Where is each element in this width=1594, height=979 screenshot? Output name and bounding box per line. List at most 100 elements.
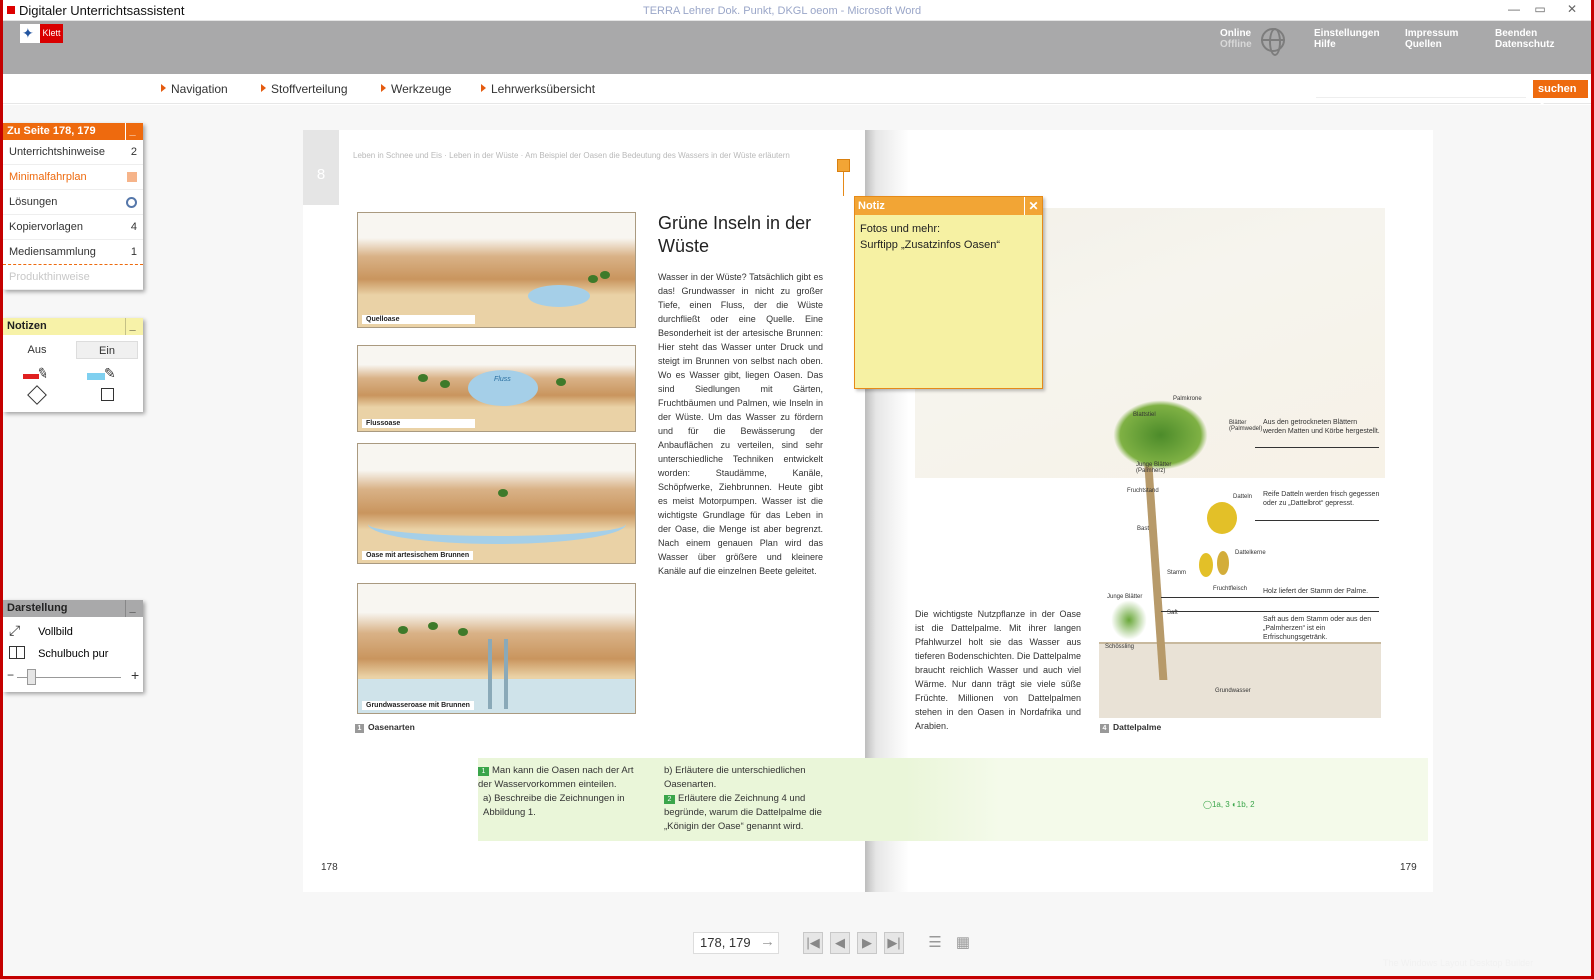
last-page-button[interactable]: ▶|: [884, 932, 904, 954]
note-marker-icon[interactable]: [837, 159, 850, 172]
restore-button[interactable]: ▭: [1529, 2, 1551, 17]
pointer-line: [1161, 597, 1379, 598]
quit-link[interactable]: Beenden: [1495, 28, 1554, 39]
panel-item-label: Kopiervorlagen: [9, 221, 83, 233]
nav-stoffverteilung[interactable]: Stoffverteilung: [261, 82, 348, 96]
tasks-box: 1 Man kann die Oasen nach der Art der Was…: [478, 758, 1428, 841]
nav-werkzeuge[interactable]: Werkzeuge: [381, 82, 451, 96]
river-label: Fluss: [494, 376, 511, 383]
figure-number: 4: [1100, 724, 1109, 733]
task-1b: b) Erläutere die unterschiedlichen Oasen…: [664, 765, 806, 790]
palm-tree: [428, 622, 438, 630]
page-materials-title: Zu Seite 178, 179: [7, 125, 96, 137]
spring-pool: [528, 285, 590, 307]
nav-label: Werkzeuge: [391, 82, 452, 96]
fullscreen-label: Vollbild: [38, 626, 73, 638]
nav-lehrwerksuebersicht[interactable]: Lehrwerksübersicht: [481, 82, 595, 96]
triangle-right-icon: [481, 84, 486, 92]
palm-label: Fruchtfleisch: [1213, 586, 1248, 592]
help-link[interactable]: Hilfe: [1314, 39, 1380, 50]
pointer-line: [1255, 447, 1379, 448]
app-icon: [7, 6, 15, 14]
display-title: Darstellung: [7, 602, 68, 614]
app-header: ✦ Klett Online Offline Einstellungen Hil…: [3, 21, 1591, 74]
close-button[interactable]: ✕: [1561, 2, 1583, 17]
blue-color-swatch: [87, 373, 105, 380]
minimize-button[interactable]: —: [1503, 2, 1525, 17]
panel-item-label: Mediensammlung: [9, 246, 96, 258]
square-icon: [127, 172, 137, 182]
grid-view-icon[interactable]: ▦: [953, 934, 973, 952]
search-button[interactable]: suchen ❯: [1533, 80, 1588, 113]
task-number: 1: [478, 767, 489, 776]
panel-item-label: Produkthinweise: [9, 271, 90, 283]
first-page-button[interactable]: |◀: [803, 932, 823, 954]
fullscreen-option[interactable]: ⤢ Vollbild: [9, 620, 139, 640]
chapter-tab: 8: [303, 130, 339, 205]
list-view-icon[interactable]: ☰: [925, 934, 945, 952]
imprint-link[interactable]: Impressum: [1405, 28, 1458, 39]
note-body[interactable]: Fotos und mehr: Surftipp „Zusatzinfos Oa…: [855, 215, 1042, 259]
pointer-line: [1161, 611, 1379, 612]
zoom-slider-thumb[interactable]: [26, 669, 36, 685]
sources-link[interactable]: Quellen: [1405, 39, 1458, 50]
palm-tree: [556, 378, 566, 386]
globe-icon[interactable]: [1261, 28, 1285, 56]
minimize-panel-button[interactable]: _: [125, 123, 139, 140]
notes-on-toggle[interactable]: Ein: [76, 341, 138, 359]
klett-logo[interactable]: ✦ Klett: [20, 24, 63, 43]
palm-label: Palmkrone: [1173, 396, 1202, 402]
zoom-in-button[interactable]: +: [131, 667, 139, 683]
panel-item-kopiervorlagen[interactable]: Kopiervorlagen 4: [3, 215, 143, 240]
fullscreen-icon: ⤢: [9, 622, 21, 638]
textbook-pure-option[interactable]: Schulbuch pur: [9, 644, 139, 664]
palm-note: Holz liefert der Stamm der Palme.: [1263, 588, 1369, 595]
offline-label: Offline: [1220, 39, 1252, 50]
task-number: 2: [664, 795, 675, 804]
main-navigation: Navigation Stoffverteilung Werkzeuge Leh…: [3, 74, 1591, 113]
panel-item-label: Lösungen: [9, 196, 58, 208]
nav-navigation[interactable]: Navigation: [161, 82, 228, 96]
next-page-button[interactable]: ▶: [857, 932, 877, 954]
panel-item-label: Minimalfahrplan: [9, 171, 87, 183]
settings-link[interactable]: Einstellungen: [1314, 28, 1380, 39]
prev-page-button[interactable]: ◀: [830, 932, 850, 954]
dates-cluster: [1207, 502, 1237, 534]
red-pen-tool[interactable]: ✎: [23, 364, 53, 383]
sticky-note[interactable]: Notiz ✕ Fotos und mehr: Surftipp „Zusatz…: [854, 196, 1043, 389]
minimize-panel-button[interactable]: _: [125, 318, 139, 335]
panel-item-produkthinweise[interactable]: Produkthinweise: [3, 265, 143, 290]
palm-label: Stamm: [1167, 570, 1187, 576]
article-body: Wasser in der Wüste? Tatsächlich gibt es…: [658, 272, 823, 576]
search-input[interactable]: [1316, 80, 1526, 98]
panel-item-unterrichtshinweise[interactable]: Unterrichtshinweise 2: [3, 140, 143, 165]
go-arrow-icon[interactable]: →: [760, 933, 775, 950]
note-link[interactable]: Surftipp „Zusatzinfos Oasen“: [860, 237, 1037, 253]
panel-item-minimalfahrplan[interactable]: Minimalfahrplan: [3, 165, 143, 190]
palm-article-body: Die wichtigste Nutzpflanze in der Oase i…: [915, 609, 1081, 731]
palm-tree: [600, 271, 610, 279]
palm-label: Junge Blätter: [1107, 594, 1143, 600]
zoom-out-button[interactable]: −: [7, 668, 14, 682]
figure-caption: 1 Oasenarten: [355, 722, 415, 733]
online-status[interactable]: Online Offline: [1220, 28, 1252, 50]
klett-wing-icon: ✦: [22, 25, 34, 41]
privacy-link[interactable]: Datenschutz: [1495, 39, 1554, 50]
page-materials-panel: Zu Seite 178, 179 _ Unterrichtshinweise 2…: [3, 123, 143, 290]
window-title: Digitaler Unterrichtsassistent: [19, 3, 185, 18]
close-note-button[interactable]: ✕: [1024, 197, 1042, 215]
display-header: Darstellung _: [3, 600, 143, 617]
display-panel: Darstellung _ ⤢ Vollbild Schulbuch pur −…: [3, 600, 143, 692]
highlighter-tool[interactable]: ✎: [87, 365, 123, 383]
sticky-note-icon[interactable]: [101, 388, 114, 401]
page-number-left: 178: [321, 862, 338, 873]
panel-item-loesungen[interactable]: Lösungen: [3, 190, 143, 215]
quit-privacy-group: Beenden Datenschutz: [1495, 28, 1554, 50]
eraser-icon[interactable]: [27, 385, 47, 405]
panel-item-mediensammlung[interactable]: Mediensammlung 1: [3, 240, 143, 265]
notes-off-toggle[interactable]: Aus: [7, 341, 67, 359]
notes-title: Notizen: [7, 320, 47, 332]
minimize-panel-button[interactable]: _: [125, 600, 139, 617]
panel-item-count: 2: [130, 146, 137, 158]
textbook-pure-label: Schulbuch pur: [38, 648, 109, 660]
